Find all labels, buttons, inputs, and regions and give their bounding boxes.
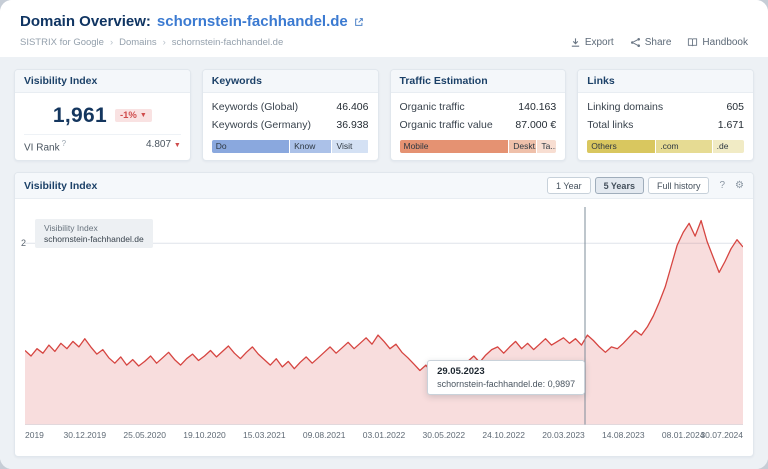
linking-domains-row: Linking domains 605 — [587, 101, 744, 113]
organic-traffic-value-row: Organic traffic value 87.000 € — [399, 119, 557, 131]
change-badge: -1% ▼ — [114, 109, 152, 123]
x-axis-label: 24.10.2022 — [482, 430, 525, 440]
legend-title: Visibility Index — [44, 223, 98, 233]
links-tld-bar: Others .com .de — [587, 140, 744, 153]
share-button[interactable]: Share — [630, 37, 672, 48]
breadcrumb-separator: › — [109, 37, 114, 48]
chart-header: Visibility Index 1 Year 5 Years Full his… — [15, 173, 753, 199]
range-1-year-button[interactable]: 1 Year — [547, 177, 591, 194]
handbook-label: Handbook — [702, 37, 748, 48]
header-actions: Export Share Handbook — [570, 37, 748, 48]
breadcrumb-item-sistrix[interactable]: SISTRIX for Google — [20, 37, 104, 48]
vi-rank-row: VI Rank? 4.807 ▼ — [24, 133, 181, 153]
export-button[interactable]: Export — [570, 37, 614, 48]
keywords-intent-bar: Do Know Visit — [211, 140, 369, 153]
links-card: Links Linking domains 605 Total links 1.67… — [577, 69, 754, 161]
page-title: Domain Overview: schornstein-fachhandel.… — [20, 13, 364, 30]
handbook-button[interactable]: Handbook — [687, 37, 748, 48]
traffic-card-title: Traffic Estimation — [390, 70, 566, 93]
bar-segment-tablet: Ta... — [537, 140, 557, 153]
vi-rank-value: 4.807 ▼ — [146, 138, 181, 150]
x-axis-label: 20.03.2023 — [542, 430, 585, 440]
gear-icon[interactable]: ⚙ — [735, 180, 744, 191]
bar-segment-desktop: Deskt... — [509, 140, 538, 153]
bar-segment-visit: Visit — [332, 140, 369, 153]
visibility-chart-card: Visibility Index 1 Year 5 Years Full his… — [14, 172, 754, 457]
range-full-history-button[interactable]: Full history — [647, 177, 710, 194]
organic-traffic-row: Organic traffic 140.163 — [399, 101, 557, 113]
chart-range-buttons: 1 Year 5 Years Full history ? ⚙ — [547, 177, 744, 194]
breadcrumb-item-domains[interactable]: Domains — [119, 37, 157, 48]
x-axis-label: 09.08.2021 — [302, 430, 346, 440]
tooltip-date: 29.05.2023 — [437, 365, 485, 377]
range-5-years-button[interactable]: 5 Years — [594, 177, 644, 194]
share-label: Share — [644, 37, 672, 48]
app-window: Domain Overview: schornstein-fachhandel.… — [0, 0, 768, 469]
chart-help-icon[interactable]: ? — [719, 180, 725, 191]
chart-legend: Visibility Index schornstein-fachhandel.… — [35, 219, 153, 248]
book-icon — [688, 38, 698, 47]
x-axis-label: 08.01.2024 — [661, 430, 705, 440]
bar-segment-know: Know — [290, 140, 333, 153]
bar-segment-others: Others — [587, 140, 657, 153]
breadcrumb-item-current[interactable]: schornstein-fachhandel.de — [172, 37, 283, 48]
visibility-index-card: Visibility Index 1,961 -1% ▼ VI Rank? 4.… — [14, 69, 191, 161]
export-label: Export — [584, 37, 614, 48]
bar-segment-do: Do — [211, 140, 291, 153]
keywords-card-title: Keywords — [202, 70, 378, 93]
chart-title: Visibility Index — [24, 179, 98, 192]
kpi-cards: Visibility Index 1,961 -1% ▼ VI Rank? 4.… — [14, 69, 754, 161]
change-value: -1% — [119, 110, 137, 122]
y-axis-tick: 2 — [21, 238, 27, 249]
share-icon — [630, 38, 640, 47]
visibility-card-title: Visibility Index — [15, 70, 190, 93]
help-icon[interactable]: ? — [62, 139, 66, 148]
x-axis-label: 2019 — [25, 430, 44, 440]
vi-rank-label: VI Rank? — [24, 138, 67, 153]
x-axis-label: 25.05.2020 — [123, 430, 166, 440]
chart-tooltip: 29.05.2023 schornstein-fachhandel.de: 0,… — [427, 359, 586, 395]
traffic-device-bar: Mobile Deskt... Ta... — [399, 140, 557, 153]
x-axis-label: 30.07.2024 — [700, 430, 743, 440]
tooltip-value: schornstein-fachhandel.de: 0,9897 — [437, 378, 576, 389]
x-axis-label: 03.01.2022 — [362, 430, 406, 440]
arrow-down-icon: ▼ — [173, 141, 181, 149]
page-content: Visibility Index 1,961 -1% ▼ VI Rank? 4.… — [0, 57, 768, 469]
page-header: Domain Overview: schornstein-fachhandel.… — [0, 0, 768, 57]
traffic-estimation-card: Traffic Estimation Organic traffic 140.16… — [389, 69, 567, 161]
arrow-down-icon: ▼ — [139, 112, 147, 120]
bar-segment-de: .de — [712, 140, 744, 153]
x-axis-label: 30.12.2019 — [63, 430, 107, 440]
breadcrumb: SISTRIX for Google › Domains › schornste… — [20, 37, 283, 48]
x-axis-labels: 2019 30.12.2019 25.05.2020 19.10.2020 15.03.… — [25, 430, 743, 445]
domain-link[interactable]: schornstein-fachhandel.de — [157, 13, 348, 30]
x-axis-label: 19.10.2020 — [183, 430, 226, 440]
keywords-global-row: Keywords (Global) 46.406 — [211, 101, 369, 113]
total-links-row: Total links 1.671 — [587, 119, 744, 131]
visibility-index-value: 1,961 — [52, 103, 107, 127]
download-icon — [571, 38, 579, 47]
bar-segment-mobile: Mobile — [399, 140, 510, 153]
visibility-chart[interactable]: 2 Visibility Index schornstein-fachhande… — [21, 207, 743, 425]
external-link-icon[interactable] — [354, 17, 364, 27]
legend-domain: schornstein-fachhandel.de — [44, 234, 144, 244]
x-axis-label: 30.05.2022 — [422, 430, 466, 440]
keywords-card: Keywords Keywords (Global) 46.406 Keyword… — [201, 69, 379, 161]
x-axis-label: 14.08.2023 — [602, 430, 645, 440]
breadcrumb-separator: › — [162, 37, 166, 48]
x-axis-label: 15.03.2021 — [243, 430, 286, 440]
bar-segment-com: .com — [656, 140, 713, 153]
links-card-title: Links — [578, 70, 753, 93]
keywords-germany-row: Keywords (Germany) 36.938 — [211, 119, 369, 131]
page-title-prefix: Domain Overview: — [20, 13, 151, 30]
